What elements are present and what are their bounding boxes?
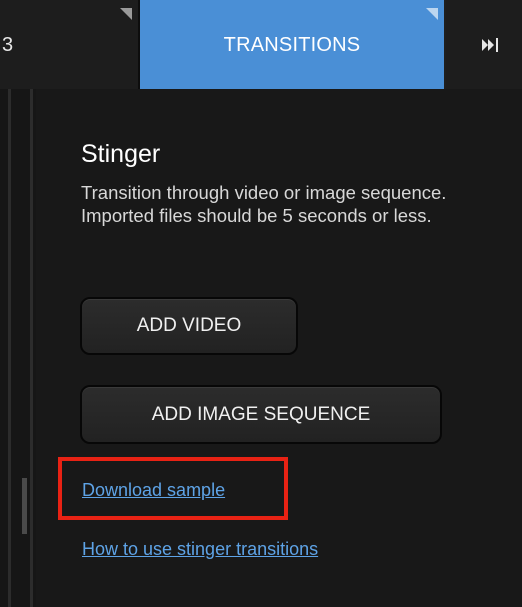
download-sample-link[interactable]: Download sample bbox=[82, 480, 225, 501]
tab-corner-marker bbox=[120, 8, 132, 20]
left-rail-inner bbox=[30, 89, 33, 607]
tab-previous-label: 3 bbox=[2, 34, 14, 56]
stinger-description: Transition through video or image sequen… bbox=[81, 182, 447, 226]
left-rail bbox=[8, 89, 11, 607]
tab-scroll-next[interactable] bbox=[446, 0, 522, 89]
skip-forward-icon bbox=[482, 38, 498, 52]
resize-handle[interactable] bbox=[22, 478, 27, 534]
how-to-use-stinger-link[interactable]: How to use stinger transitions bbox=[82, 539, 318, 560]
stinger-title: Stinger bbox=[81, 140, 161, 168]
transitions-panel-window: 3 TRANSITIONS Stinger Transition through… bbox=[0, 0, 522, 607]
tab-previous[interactable]: 3 bbox=[0, 0, 140, 89]
tab-corner-marker bbox=[426, 8, 438, 20]
tab-transitions[interactable]: TRANSITIONS bbox=[140, 0, 444, 89]
tab-bar: 3 TRANSITIONS bbox=[0, 0, 522, 89]
tab-transitions-label: TRANSITIONS bbox=[223, 34, 361, 56]
add-video-button[interactable]: ADD VIDEO bbox=[80, 297, 298, 355]
add-image-sequence-button[interactable]: ADD IMAGE SEQUENCE bbox=[80, 385, 442, 444]
